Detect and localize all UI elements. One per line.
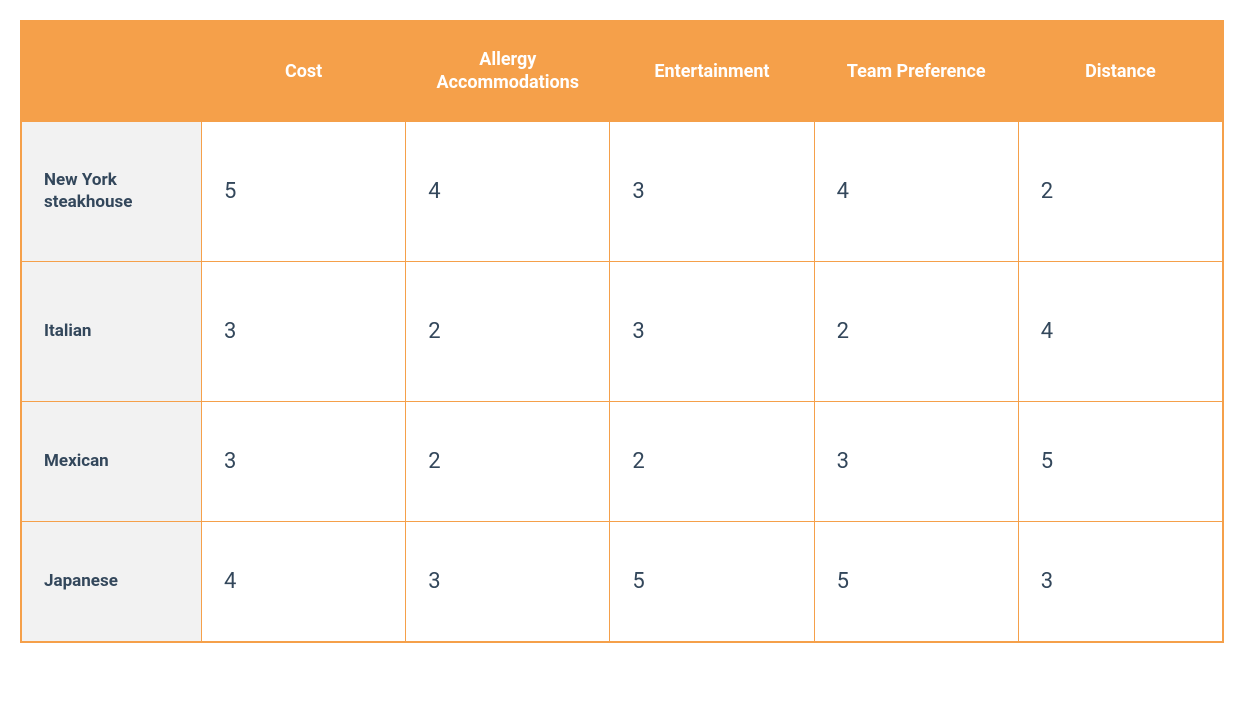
- column-header-distance: Distance: [1018, 22, 1222, 122]
- cell-value: 4: [814, 121, 1018, 261]
- table: Cost Allergy Accommodations Entertainmen…: [21, 21, 1223, 642]
- cell-value: 4: [202, 521, 406, 641]
- table-row: New York steakhouse 5 4 3 4 2: [22, 121, 1223, 261]
- cell-value: 2: [814, 261, 1018, 401]
- cell-value: 2: [1018, 121, 1222, 261]
- table-corner-cell: [22, 22, 202, 122]
- table-row: Japanese 4 3 5 5 3: [22, 521, 1223, 641]
- cell-value: 3: [202, 401, 406, 521]
- row-label-ny-steakhouse: New York steakhouse: [22, 121, 202, 261]
- cell-value: 3: [202, 261, 406, 401]
- cell-value: 4: [406, 121, 610, 261]
- decision-matrix-table: Cost Allergy Accommodations Entertainmen…: [20, 20, 1224, 643]
- cell-value: 3: [610, 261, 814, 401]
- cell-value: 3: [610, 121, 814, 261]
- cell-value: 5: [202, 121, 406, 261]
- cell-value: 3: [406, 521, 610, 641]
- cell-value: 5: [1018, 401, 1222, 521]
- cell-value: 3: [1018, 521, 1222, 641]
- cell-value: 5: [610, 521, 814, 641]
- cell-value: 5: [814, 521, 1018, 641]
- cell-value: 2: [406, 401, 610, 521]
- cell-value: 2: [610, 401, 814, 521]
- column-header-allergy: Allergy Accommodations: [406, 22, 610, 122]
- column-header-team-preference: Team Preference: [814, 22, 1018, 122]
- row-label-mexican: Mexican: [22, 401, 202, 521]
- row-label-italian: Italian: [22, 261, 202, 401]
- cell-value: 2: [406, 261, 610, 401]
- row-label-japanese: Japanese: [22, 521, 202, 641]
- table-row: Italian 3 2 3 2 4: [22, 261, 1223, 401]
- column-header-cost: Cost: [202, 22, 406, 122]
- table-header-row: Cost Allergy Accommodations Entertainmen…: [22, 22, 1223, 122]
- cell-value: 3: [814, 401, 1018, 521]
- cell-value: 4: [1018, 261, 1222, 401]
- column-header-entertainment: Entertainment: [610, 22, 814, 122]
- table-row: Mexican 3 2 2 3 5: [22, 401, 1223, 521]
